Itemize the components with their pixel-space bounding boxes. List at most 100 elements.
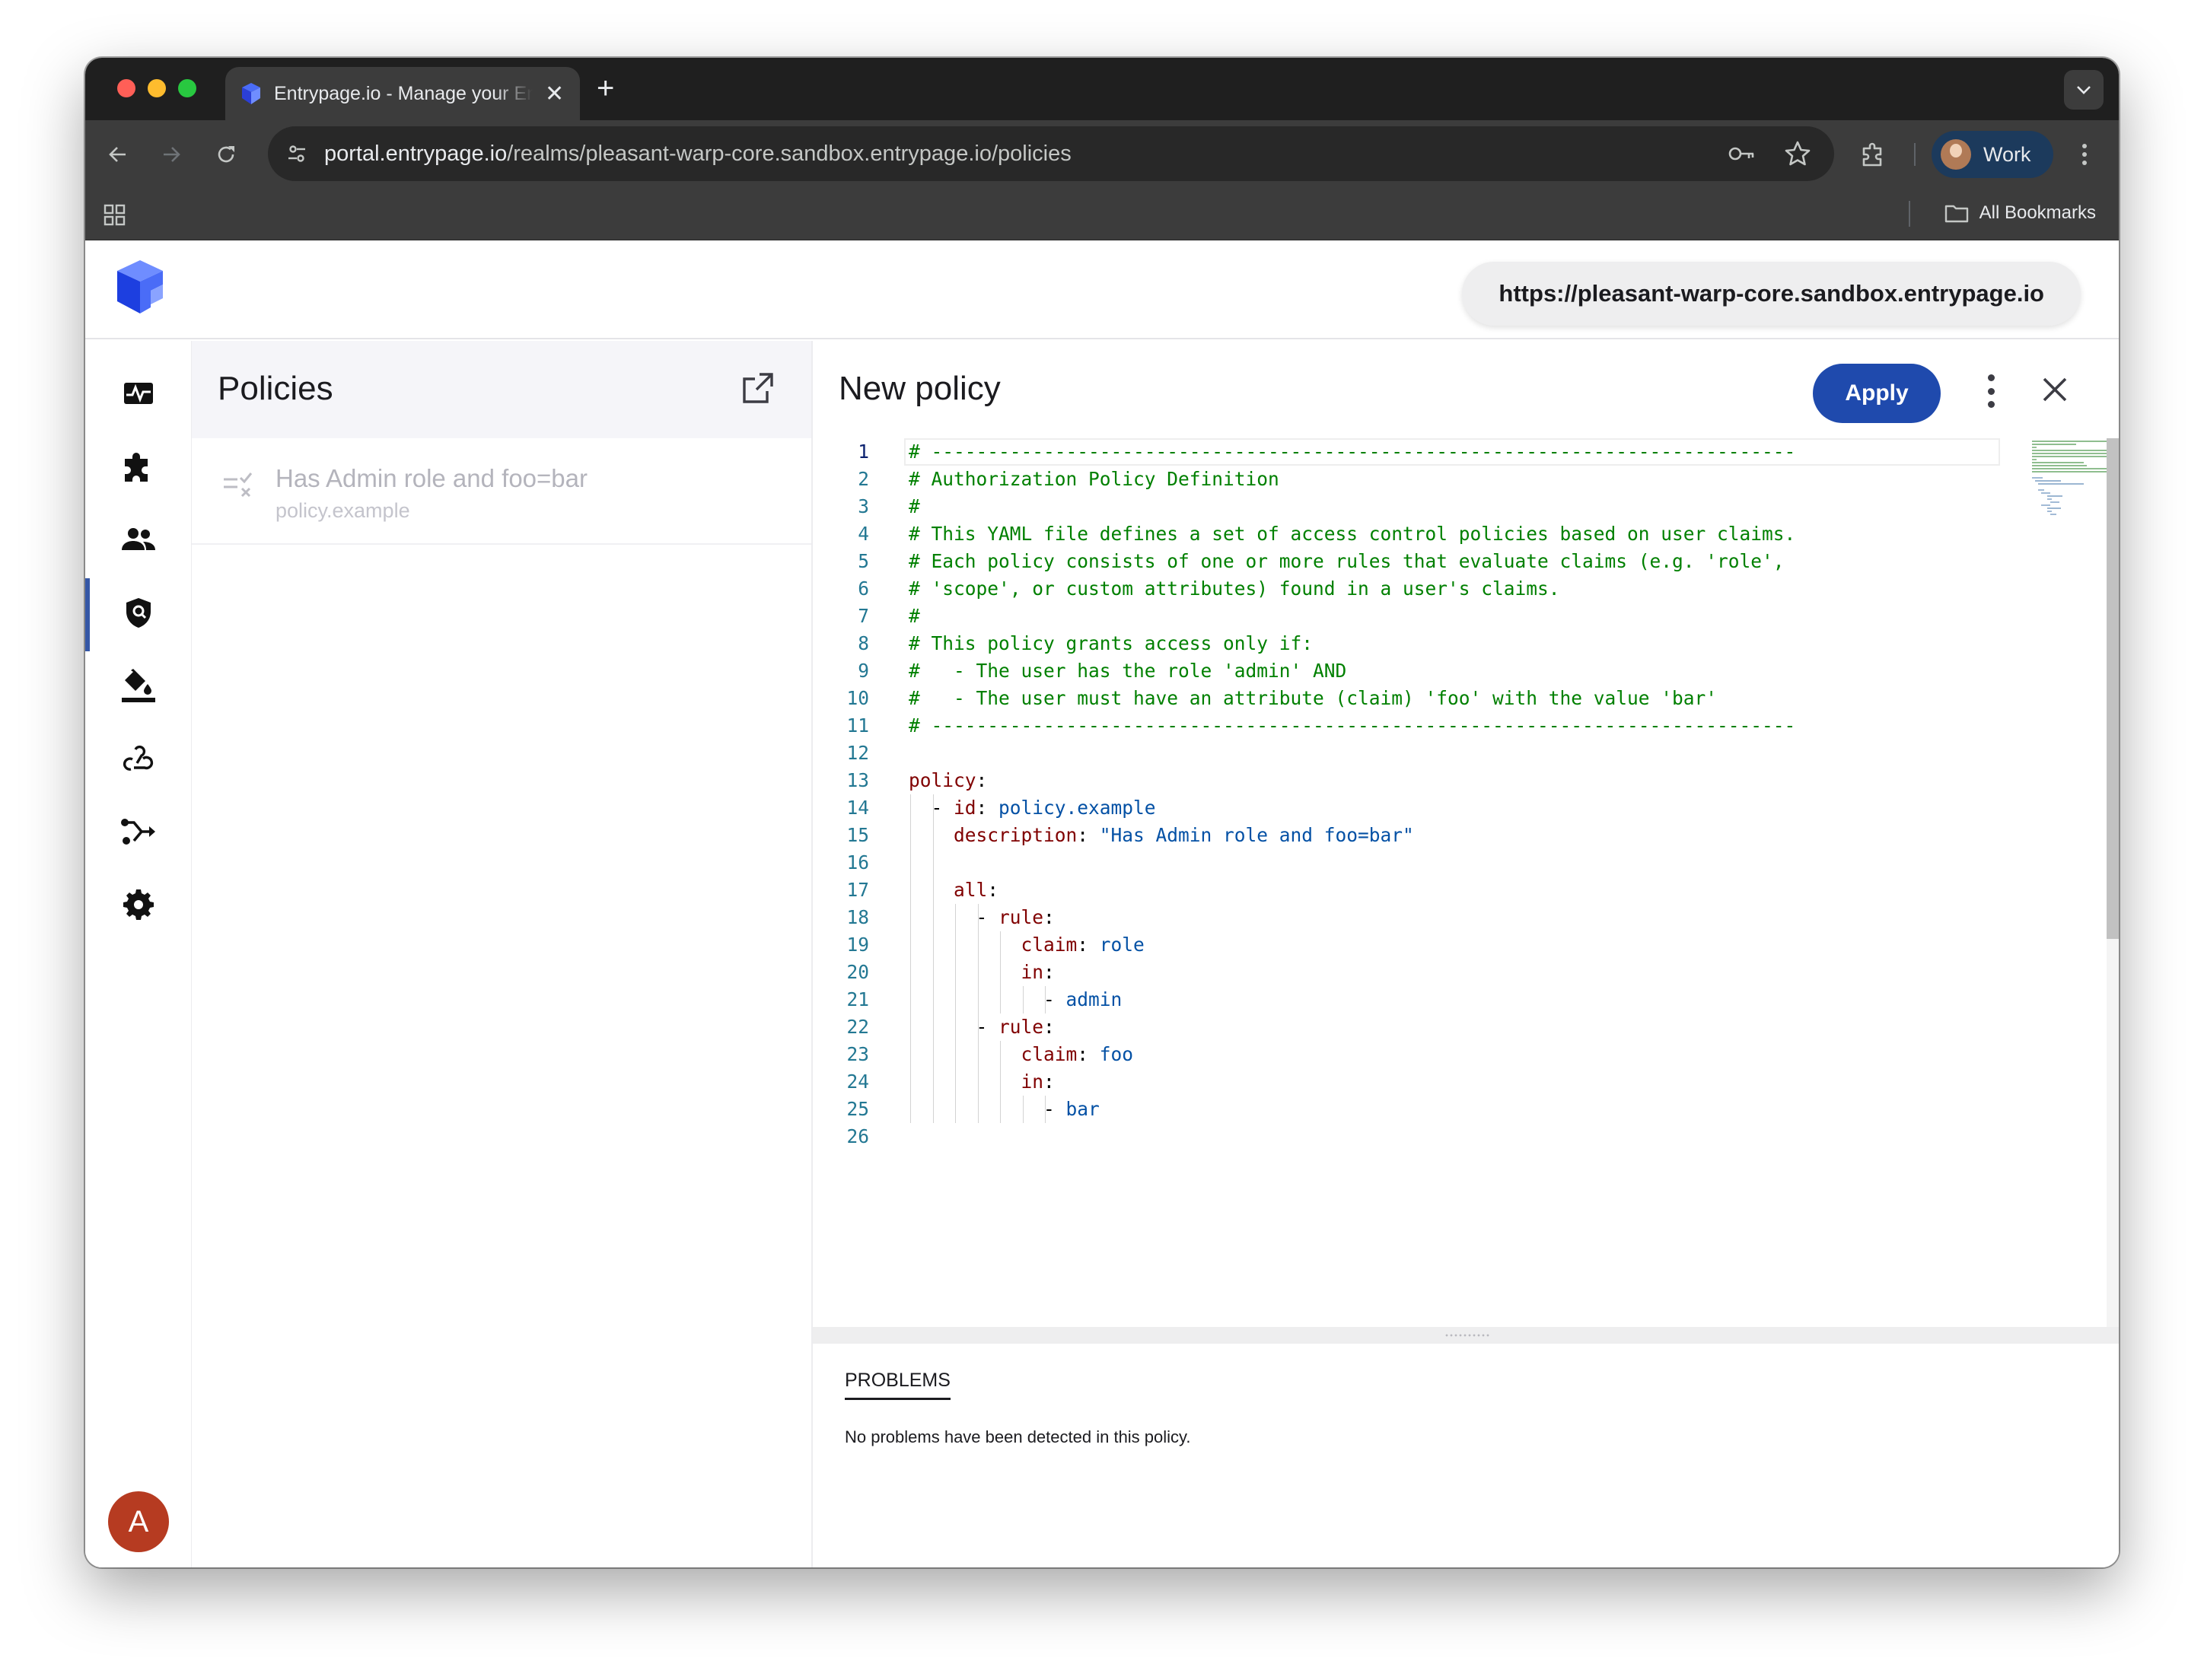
indent-guide [977, 1041, 979, 1068]
new-tab-button[interactable]: + [597, 73, 614, 103]
code-line: 3 # [813, 493, 2119, 520]
entrypage-logo[interactable] [108, 254, 172, 318]
line-number: 23 [846, 1043, 869, 1065]
code-line: 19 claim: role [813, 931, 2119, 959]
code-line: 4 # This YAML file defines a set of acces… [813, 520, 2119, 548]
panel-resize-handle[interactable] [813, 1327, 2119, 1344]
line-number: 24 [846, 1071, 869, 1093]
code-editor[interactable]: 1 # -------------------------------------… [813, 438, 2119, 1327]
tab-title: Entrypage.io - Manage your Entrypage [274, 82, 533, 104]
line-source: # This policy grants access only if: [909, 630, 1313, 657]
line-source: - admin [909, 986, 1122, 1013]
code-line: 11 # ------------------------------------… [813, 712, 2119, 740]
back-button[interactable] [100, 137, 135, 172]
line-source: # [909, 603, 920, 630]
code-line: 6 # 'scope', or custom attributes) found … [813, 575, 2119, 603]
indent-guide [932, 794, 934, 822]
browser-tab-active[interactable]: Entrypage.io - Manage your Entrypage ✕ [225, 67, 580, 120]
line-source: # Authorization Policy Definition [909, 466, 1279, 493]
indent-guide [932, 1096, 934, 1123]
realm-url-chip[interactable]: https://pleasant-warp-core.sandbox.entry… [1462, 262, 2081, 326]
rail-item-dashboard[interactable] [85, 359, 192, 428]
indent-guide [977, 904, 979, 931]
line-number: 20 [846, 961, 869, 983]
password-key-icon[interactable] [1726, 138, 1757, 169]
code-token: # 'scope', or custom attributes) found i… [909, 578, 1560, 600]
rail-item-settings[interactable] [85, 870, 192, 939]
rail-item-webhooks[interactable] [85, 724, 192, 793]
reload-button[interactable] [209, 137, 244, 172]
line-number: 4 [858, 523, 869, 545]
code-token: : [976, 797, 999, 819]
user-avatar-button[interactable]: A [108, 1491, 169, 1552]
address-bar[interactable]: portal.entrypage.io/realms/pleasant-warp… [268, 126, 1834, 181]
kebab-menu-icon [2082, 144, 2087, 165]
problems-tab[interactable]: PROBLEMS [845, 1370, 951, 1400]
indent-guide [910, 1068, 911, 1096]
tab-search-button[interactable] [2064, 70, 2104, 110]
line-source: in: [909, 1068, 1055, 1096]
open-external-icon[interactable] [741, 371, 775, 405]
more-options-icon[interactable] [1983, 374, 1999, 408]
code-line: 18 - rule: [813, 904, 2119, 931]
chevron-down-icon [2077, 86, 2091, 94]
line-number: 26 [846, 1125, 869, 1147]
maximize-window-button[interactable] [178, 79, 196, 97]
close-window-button[interactable] [117, 79, 135, 97]
bookmark-star-icon[interactable] [1782, 138, 1813, 169]
flow-branch-icon [121, 819, 155, 845]
browser-menu-button[interactable] [2067, 137, 2102, 172]
code-token: in [1021, 1071, 1044, 1093]
rail-item-users[interactable] [85, 505, 192, 574]
indent-guide [910, 1096, 911, 1123]
site-settings-icon[interactable] [286, 143, 307, 164]
minimize-window-button[interactable] [148, 79, 166, 97]
indent-guide [977, 1013, 979, 1041]
indent-guide [977, 931, 979, 959]
paint-bucket-icon [122, 669, 155, 702]
puzzle-piece-icon [1862, 142, 1882, 167]
line-number: 15 [846, 824, 869, 846]
code-token: description [954, 824, 1078, 846]
policy-list-item[interactable]: Has Admin role and foo=bar policy.exampl… [192, 438, 811, 545]
code-token: policy.example [998, 797, 1156, 819]
rule-check-icon [224, 473, 253, 498]
apply-button[interactable]: Apply [1813, 364, 1941, 423]
navigation-rail: A [85, 341, 192, 1567]
indent-guide [1000, 1068, 1001, 1096]
rail-item-policies[interactable] [85, 578, 192, 651]
all-bookmarks-button[interactable]: All Bookmarks [1944, 202, 2096, 224]
indent-guide [955, 1068, 956, 1096]
indent-guide [910, 1013, 911, 1041]
line-source: in: [909, 959, 1055, 986]
profile-name: Work [1983, 142, 2031, 166]
code-line: 14 - id: policy.example [813, 794, 2119, 822]
tab-close-icon[interactable]: ✕ [545, 81, 564, 107]
rail-item-extensions[interactable] [85, 432, 192, 501]
line-number: 3 [858, 495, 869, 517]
apps-grid-icon[interactable] [104, 204, 126, 227]
policies-list-panel: Policies Has Admin role and foo=bar poli… [192, 341, 813, 1567]
line-number: 18 [846, 906, 869, 928]
rail-item-flows[interactable] [85, 797, 192, 866]
line-number: 16 [846, 851, 869, 873]
code-line: 26 [813, 1123, 2119, 1150]
indent-guide [1045, 1096, 1046, 1123]
code-token: : [987, 879, 999, 901]
indent-guide [910, 849, 911, 877]
arrow-left-icon [109, 147, 126, 162]
indent-guide [932, 904, 934, 931]
indent-guide [1045, 986, 1046, 1013]
forward-button[interactable] [154, 137, 189, 172]
extensions-button[interactable] [1855, 137, 1890, 172]
close-icon[interactable] [2037, 371, 2073, 408]
line-source: - rule: [909, 1013, 1055, 1041]
profile-button[interactable]: Work [1932, 131, 2053, 178]
code-token: rule [998, 1016, 1044, 1038]
line-source: policy: [909, 767, 987, 794]
rail-item-branding[interactable] [85, 651, 192, 720]
line-source: # --------------------------------------… [909, 712, 1795, 740]
